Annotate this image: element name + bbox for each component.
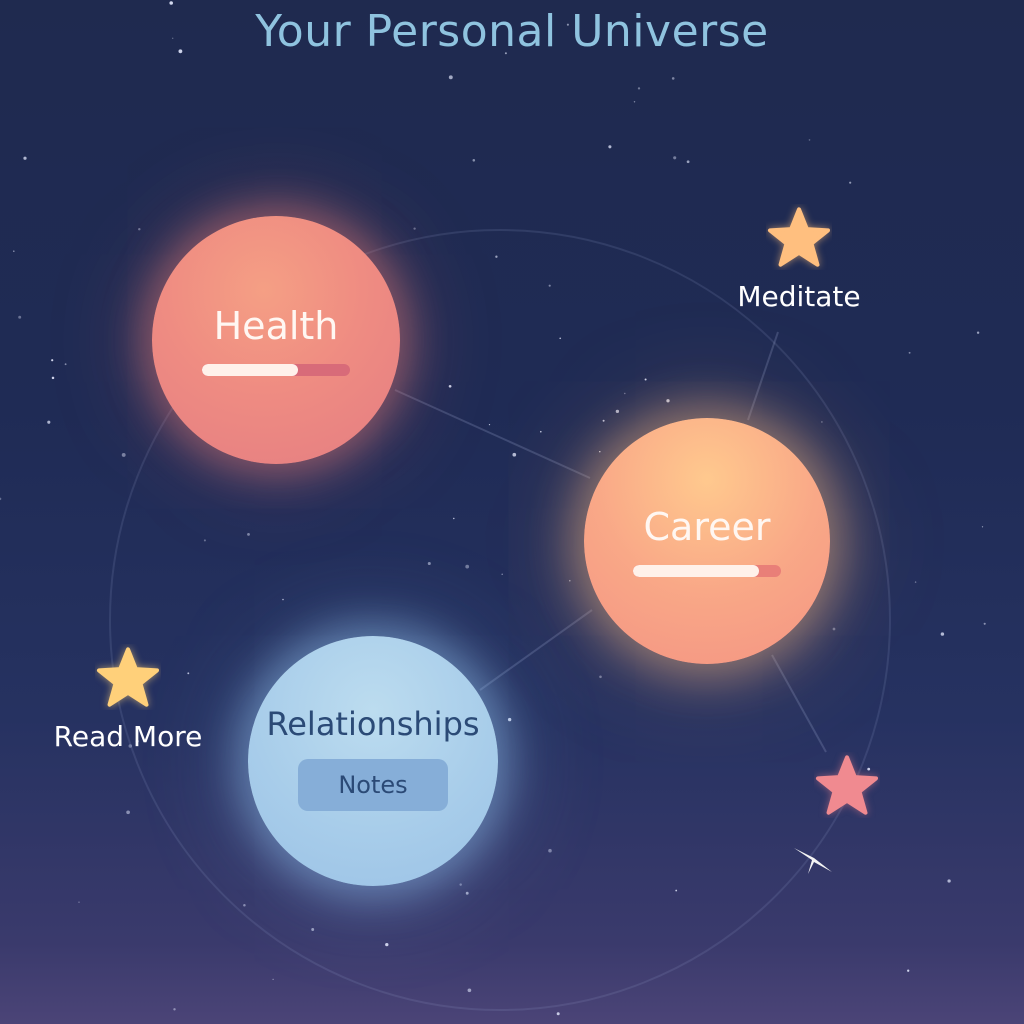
- career-planet[interactable]: Career: [584, 418, 830, 664]
- background-star: [472, 159, 476, 162]
- background-star: [512, 452, 517, 457]
- background-star: [983, 622, 986, 625]
- background-star: [385, 942, 389, 947]
- background-star: [599, 450, 601, 453]
- background-star: [599, 675, 602, 679]
- background-star: [556, 1012, 560, 1016]
- notes-button[interactable]: Notes: [298, 759, 448, 811]
- background-star: [908, 351, 911, 354]
- background-star: [169, 1, 173, 5]
- background-star: [673, 156, 677, 160]
- background-star: [671, 77, 675, 80]
- background-star: [126, 810, 130, 815]
- background-star: [18, 315, 22, 319]
- background-star: [624, 392, 626, 395]
- background-star: [47, 420, 51, 424]
- background-star: [78, 901, 80, 903]
- background-star: [907, 969, 910, 972]
- meditate-label: Meditate: [737, 280, 861, 313]
- background-star: [427, 561, 431, 566]
- background-star: [465, 891, 469, 895]
- background-star: [495, 255, 498, 258]
- star-icon: [96, 647, 160, 707]
- read-more-star-item[interactable]: Read More: [40, 644, 216, 753]
- background-star: [615, 409, 620, 414]
- background-star: [947, 879, 951, 883]
- background-star: [940, 632, 945, 636]
- career-label: Career: [643, 505, 771, 549]
- read-more-label: Read More: [53, 720, 203, 753]
- background-star: [644, 378, 647, 381]
- connector-career-meditate: [747, 331, 779, 421]
- career-progress-fill: [633, 565, 759, 577]
- connector-career-pinkstar: [771, 654, 827, 753]
- connector-health-career: [394, 389, 591, 479]
- background-star: [51, 376, 55, 380]
- relationships-label: Relationships: [266, 705, 480, 743]
- background-star: [832, 627, 836, 631]
- background-star: [633, 101, 636, 103]
- background-star: [540, 430, 542, 433]
- background-star: [666, 399, 670, 403]
- background-star: [459, 883, 462, 886]
- career-progress-bar: [633, 565, 781, 577]
- background-star: [602, 419, 605, 422]
- universe-canvas: Your Personal Universe Health Career Rel…: [0, 0, 1024, 1024]
- background-star: [637, 87, 641, 90]
- health-progress-fill: [202, 364, 299, 376]
- background-star: [559, 337, 562, 340]
- page-title: Your Personal Universe: [255, 6, 769, 57]
- background-star: [64, 363, 67, 366]
- background-star: [448, 384, 452, 388]
- background-star: [488, 423, 491, 426]
- background-star: [976, 331, 980, 334]
- relationships-planet[interactable]: Relationships Notes: [248, 636, 498, 886]
- background-star: [675, 889, 678, 892]
- background-star: [203, 539, 206, 542]
- health-planet[interactable]: Health: [152, 216, 400, 464]
- background-star: [981, 526, 984, 528]
- background-star: [548, 848, 552, 853]
- background-star: [465, 564, 470, 569]
- background-star: [608, 145, 612, 149]
- background-star: [467, 988, 472, 993]
- background-star: [272, 978, 274, 981]
- background-star: [173, 1008, 176, 1011]
- background-star: [849, 181, 852, 184]
- meditate-star-item[interactable]: Meditate: [724, 204, 874, 313]
- background-star: [914, 581, 917, 583]
- health-progress-bar: [202, 364, 350, 376]
- background-star: [448, 75, 453, 80]
- background-star: [507, 717, 512, 722]
- starfield: [0, 1, 986, 1016]
- background-star: [282, 598, 284, 601]
- pink-star-icon[interactable]: [814, 752, 880, 818]
- background-star: [686, 160, 690, 164]
- background-star: [413, 227, 416, 230]
- background-star: [821, 421, 823, 423]
- connector-career-relationships: [479, 609, 593, 691]
- background-star: [247, 533, 250, 536]
- background-star: [23, 156, 27, 160]
- health-label: Health: [213, 304, 339, 348]
- star-icon: [767, 207, 831, 267]
- background-star: [808, 139, 811, 141]
- background-star: [501, 573, 503, 575]
- background-star: [311, 928, 315, 931]
- background-star: [13, 250, 15, 252]
- background-star: [243, 904, 246, 907]
- background-star: [138, 227, 141, 231]
- background-star: [0, 497, 2, 501]
- background-star: [548, 284, 551, 287]
- sparkle-icon: [794, 848, 832, 874]
- background-star: [121, 452, 126, 457]
- background-layer: [0, 1, 986, 1016]
- background-star: [569, 579, 571, 582]
- background-star: [51, 359, 54, 362]
- background-star: [453, 517, 455, 520]
